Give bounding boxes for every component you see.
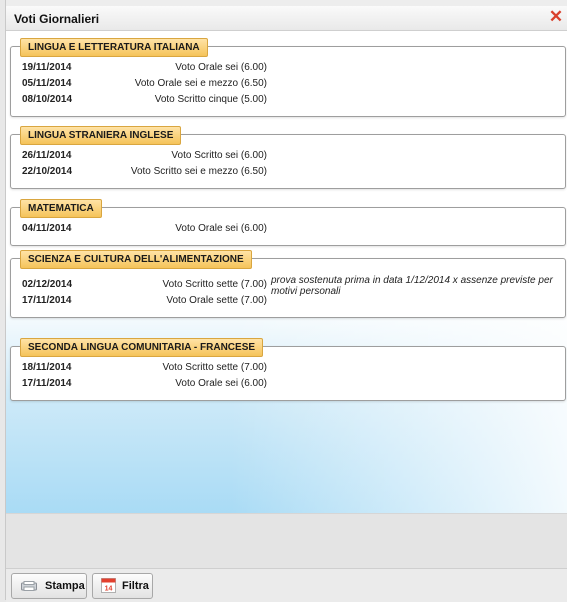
subject-name: LINGUA E LETTERATURA ITALIANA bbox=[20, 38, 208, 57]
vote-date: 17/11/2014 bbox=[22, 295, 72, 306]
calendar-day-label: 14 bbox=[105, 586, 113, 593]
print-button-label: Stampa bbox=[45, 580, 85, 592]
vote-date: 17/11/2014 bbox=[22, 378, 72, 389]
vote-list: 26/11/2014 Voto Scritto sei (6.00) 22/10/2… bbox=[11, 150, 565, 182]
print-button[interactable]: Stampa bbox=[11, 573, 87, 599]
bottom-toolbar: Stampa 14 Filtra bbox=[6, 568, 567, 602]
vote-list: 02/12/2014 Voto Scritto sette (7.00) prova… bbox=[11, 274, 565, 311]
vote-list: 04/11/2014 Voto Orale sei (6.00) bbox=[11, 223, 565, 239]
vote-description: Voto Scritto sei (6.00) bbox=[171, 150, 267, 161]
subject-card: LINGUA STRANIERA INGLESE 26/11/2014 Voto S… bbox=[10, 126, 566, 189]
vote-description: Voto Orale sei (6.00) bbox=[175, 223, 267, 234]
window-footer: Stampa 14 Filtra bbox=[6, 513, 567, 602]
vote-description: Voto Scritto sei e mezzo (6.50) bbox=[130, 166, 267, 177]
votes-panel[interactable]: LINGUA E LETTERATURA ITALIANA 19/11/2014 V… bbox=[6, 31, 567, 513]
vote-date: 18/11/2014 bbox=[22, 362, 72, 373]
subject-card: SCIENZA E CULTURA DELL'ALIMENTAZIONE 02/1… bbox=[10, 250, 566, 318]
vote-date: 02/12/2014 bbox=[22, 279, 73, 290]
vote-date: 26/11/2014 bbox=[22, 150, 72, 161]
vote-description: Voto Orale sei (6.00) bbox=[175, 62, 267, 73]
vote-list: 19/11/2014 Voto Orale sei (6.00) 05/11/201… bbox=[11, 62, 565, 110]
vote-description: Voto Scritto sette (7.00) bbox=[162, 362, 268, 373]
calendar-icon: 14 bbox=[101, 578, 116, 593]
vote-row[interactable]: 04/11/2014 Voto Orale sei (6.00) bbox=[11, 223, 565, 239]
window-title: Voti Giornalieri bbox=[14, 12, 100, 26]
filter-button[interactable]: 14 Filtra bbox=[92, 573, 153, 599]
vote-description: Voto Scritto sette (7.00) bbox=[162, 279, 268, 290]
subject-name: SECONDA LINGUA COMUNITARIA - FRANCESE bbox=[20, 338, 264, 357]
voti-giornalieri-window: Voti Giornalieri ✕ LINGUA E LETTERATURA … bbox=[5, 0, 567, 602]
subject-card: SECONDA LINGUA COMUNITARIA - FRANCESE 18/… bbox=[10, 338, 566, 401]
vote-row[interactable]: 26/11/2014 Voto Scritto sei (6.00) bbox=[11, 150, 565, 166]
vote-row[interactable]: 18/11/2014 Voto Scritto sette (7.00) bbox=[11, 362, 565, 378]
vote-date: 22/10/2014 bbox=[22, 166, 73, 177]
filter-button-label: Filtra bbox=[122, 580, 149, 592]
vote-row[interactable]: 02/12/2014 Voto Scritto sette (7.00) prova… bbox=[11, 274, 565, 297]
subject-card: MATEMATICA 04/11/2014 Voto Orale sei (6.00… bbox=[10, 199, 566, 246]
vote-description: Voto Orale sei e mezzo (6.50) bbox=[134, 78, 267, 89]
vote-row[interactable]: 05/11/2014 Voto Orale sei e mezzo (6.50) bbox=[11, 78, 565, 94]
vote-description: Voto Orale sei (6.00) bbox=[175, 378, 267, 389]
subject-name: LINGUA STRANIERA INGLESE bbox=[20, 126, 182, 145]
window-titlebar: Voti Giornalieri ✕ bbox=[6, 6, 567, 31]
vote-row[interactable]: 22/10/2014 Voto Scritto sei e mezzo (6.50… bbox=[11, 166, 565, 182]
vote-row[interactable]: 19/11/2014 Voto Orale sei (6.00) bbox=[11, 62, 565, 78]
vote-date: 19/11/2014 bbox=[22, 62, 72, 73]
vote-date: 04/11/2014 bbox=[22, 223, 72, 234]
close-icon[interactable]: ✕ bbox=[547, 8, 565, 26]
vote-note: prova sostenuta prima in data 1/12/2014 … bbox=[271, 275, 553, 297]
vote-date: 05/11/2014 bbox=[22, 78, 72, 89]
vote-description: Voto Orale sette (7.00) bbox=[166, 295, 267, 306]
printer-icon bbox=[21, 581, 37, 591]
subject-name: SCIENZA E CULTURA DELL'ALIMENTAZIONE bbox=[20, 250, 252, 269]
subject-name: MATEMATICA bbox=[20, 199, 102, 218]
vote-description: Voto Scritto cinque (5.00) bbox=[154, 94, 267, 105]
vote-row[interactable]: 08/10/2014 Voto Scritto cinque (5.00) bbox=[11, 94, 565, 110]
vote-row[interactable]: 17/11/2014 Voto Orale sette (7.00) bbox=[11, 295, 565, 311]
vote-list: 18/11/2014 Voto Scritto sette (7.00) 17/11… bbox=[11, 362, 565, 394]
vote-row[interactable]: 17/11/2014 Voto Orale sei (6.00) bbox=[11, 378, 565, 394]
subject-card: LINGUA E LETTERATURA ITALIANA 19/11/2014 V… bbox=[10, 38, 566, 117]
vote-date: 08/10/2014 bbox=[22, 94, 73, 105]
